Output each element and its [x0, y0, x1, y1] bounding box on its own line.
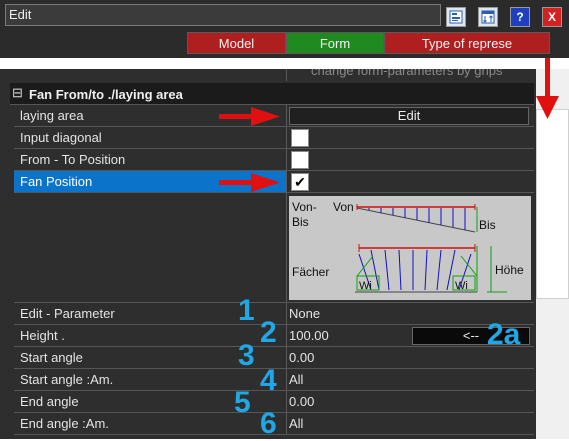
arrow-fan-position	[219, 180, 251, 185]
arrow-scrollbar	[545, 58, 550, 98]
arrow-laying-area	[219, 114, 251, 119]
annotation-arrows	[219, 58, 559, 192]
